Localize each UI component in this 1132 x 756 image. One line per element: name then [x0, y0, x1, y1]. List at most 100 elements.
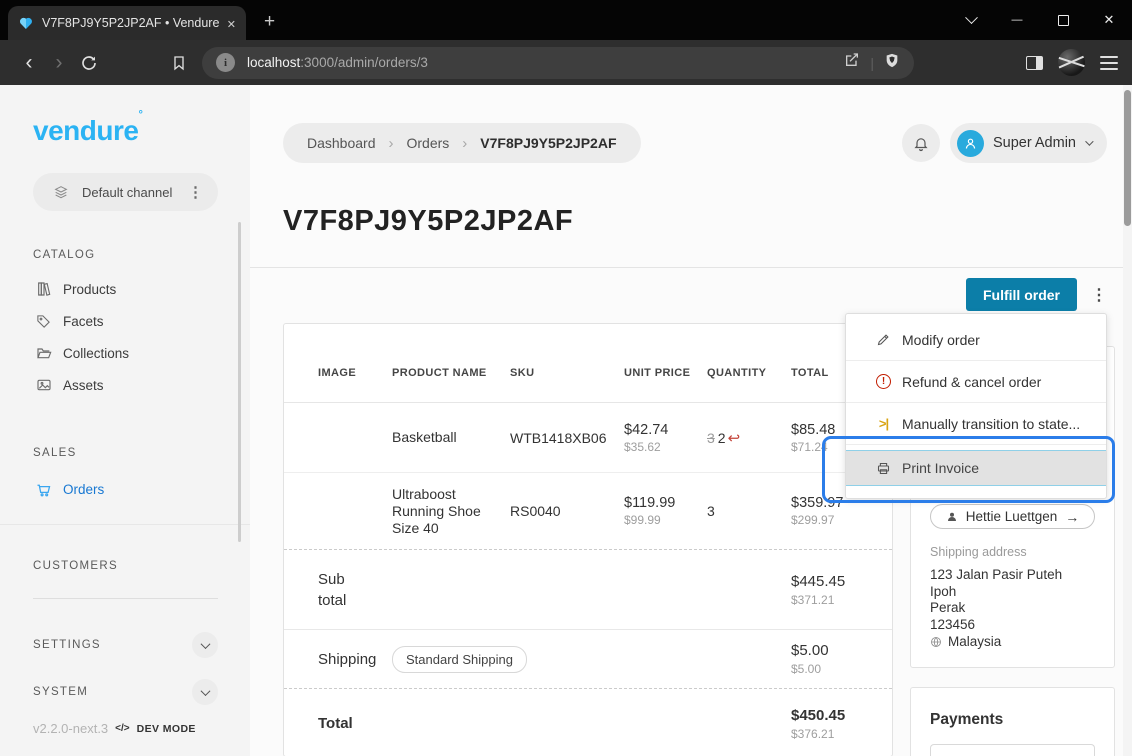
order-actions-menu-icon[interactable]	[1091, 285, 1107, 305]
quantity: 2	[718, 430, 726, 446]
notifications-button[interactable]	[902, 124, 940, 162]
payments-card: Payments	[910, 687, 1115, 756]
address-city: Ipoh	[930, 584, 1095, 601]
assets-icon	[35, 377, 52, 393]
window-minimize-button[interactable]	[994, 0, 1040, 40]
window-close-button[interactable]	[1086, 0, 1132, 40]
breadcrumb-dashboard[interactable]: Dashboard	[307, 135, 376, 151]
divider	[0, 524, 250, 525]
channel-selector[interactable]: Default channel	[33, 173, 218, 211]
code-icon	[115, 723, 129, 734]
arrow-right-icon	[1065, 509, 1079, 525]
breadcrumb: Dashboard Orders V7F8PJ9Y5P2JP2AF	[283, 123, 641, 163]
layers-icon	[53, 184, 69, 200]
sidebar-item-label: Collections	[63, 346, 129, 361]
menu-item-refund-cancel[interactable]: Refund & cancel order	[846, 361, 1106, 403]
vendure-logo: vendure°	[33, 115, 250, 147]
user-avatar	[957, 130, 984, 157]
vendure-favicon-icon	[18, 15, 34, 31]
subtotal-value: $445.45	[791, 573, 876, 590]
shipping-address-label: Shipping address	[930, 545, 1095, 559]
pencil-icon	[875, 332, 892, 347]
divider	[33, 598, 218, 599]
table-row: Basketball WTB1418XB06 $42.74 $35.62 32 …	[284, 402, 892, 472]
product-name[interactable]: Ultraboost Running Shoe Size 40	[392, 486, 487, 537]
total-secondary: $376.21	[791, 727, 876, 741]
menu-item-print-invoice[interactable]: Print Invoice	[846, 450, 1106, 486]
fulfill-order-button[interactable]: Fulfill order	[966, 278, 1077, 311]
share-icon[interactable]	[844, 52, 860, 73]
product-name[interactable]: Basketball	[392, 429, 487, 446]
browser-navbar: localhost:3000/admin/orders/3	[0, 40, 1132, 85]
bookmark-icon[interactable]	[164, 55, 194, 71]
unit-price: $42.74	[624, 422, 707, 438]
new-tab-button[interactable]	[264, 11, 275, 33]
scrollbar-thumb[interactable]	[1124, 90, 1131, 226]
sidebar-item-assets[interactable]: Assets	[0, 369, 250, 401]
menu-item-transition-state[interactable]: Manually transition to state...	[846, 403, 1106, 445]
sidebar-item-facets[interactable]: Facets	[0, 305, 250, 337]
sidebar-scrollbar[interactable]	[238, 222, 241, 542]
address-province: Perak	[930, 600, 1095, 617]
menu-item-modify-order[interactable]: Modify order	[846, 319, 1106, 361]
url-text: localhost:3000/admin/orders/3	[247, 55, 428, 70]
tab-close-icon[interactable]	[227, 15, 236, 31]
col-product-name: PRODUCT NAME	[392, 367, 510, 379]
col-image: IMAGE	[318, 367, 392, 379]
sidebar-item-products[interactable]: Products	[0, 273, 250, 305]
breadcrumb-orders[interactable]: Orders	[407, 135, 450, 151]
browser-tab[interactable]: V7F8PJ9Y5P2JP2AF • Vendure	[8, 6, 246, 40]
browser-profile-avatar[interactable]	[1058, 49, 1085, 76]
divider	[870, 55, 874, 71]
products-icon	[35, 281, 52, 297]
browser-dropdown-icon[interactable]	[948, 0, 994, 40]
printer-icon	[875, 461, 892, 476]
site-info-icon[interactable]	[216, 53, 235, 72]
col-quantity: QUANTITY	[707, 367, 791, 379]
window-maximize-button[interactable]	[1040, 0, 1086, 40]
subtotal-secondary: $371.21	[791, 593, 876, 607]
sidebar-item-label: Assets	[63, 378, 104, 393]
unit-price: $119.99	[624, 495, 707, 511]
facets-icon	[35, 314, 52, 329]
subtotal-row: Sub total $445.45 $371.21	[284, 549, 892, 629]
reload-button[interactable]	[74, 54, 104, 72]
section-catalog: CATALOG	[33, 249, 250, 261]
payment-detail-box	[930, 744, 1095, 756]
total-label: Total	[318, 715, 392, 732]
forward-button[interactable]	[44, 51, 74, 75]
sidebar-toggle-icon[interactable]	[1026, 56, 1043, 70]
sidebar-item-label: Facets	[63, 314, 104, 329]
chevron-down-icon[interactable]	[192, 632, 218, 658]
chevron-down-icon[interactable]	[192, 679, 218, 705]
chevron-right-icon	[389, 135, 394, 152]
orders-cart-icon	[35, 481, 52, 498]
order-table-card: IMAGE PRODUCT NAME SKU UNIT PRICE QUANTI…	[283, 323, 893, 756]
shipping-label: Shipping	[318, 651, 392, 668]
dev-mode-label: DEV MODE	[137, 723, 196, 735]
sidebar-item-orders[interactable]: Orders	[0, 473, 250, 505]
bell-icon	[913, 135, 929, 152]
address-bar[interactable]: localhost:3000/admin/orders/3	[202, 47, 914, 79]
unit-price-secondary: $99.99	[624, 513, 707, 527]
col-unit-price: UNIT PRICE	[624, 367, 707, 379]
exclamation-circle-icon	[875, 374, 892, 389]
sidebar-group-system[interactable]: SYSTEM	[33, 679, 218, 705]
channel-label: Default channel	[82, 185, 188, 200]
brave-shield-icon[interactable]	[884, 52, 900, 74]
sidebar-group-settings[interactable]: SETTINGS	[33, 632, 218, 658]
back-button[interactable]	[14, 51, 44, 75]
total-row: Total $450.45 $376.21	[284, 688, 892, 756]
step-forward-icon	[875, 416, 892, 431]
line-total-secondary: $299.97	[791, 513, 876, 527]
product-sku: RS0040	[510, 503, 624, 519]
customer-link-button[interactable]: Hettie Luettgen	[930, 504, 1095, 529]
user-name: Super Admin	[993, 135, 1076, 151]
person-icon	[946, 511, 958, 523]
sidebar-item-collections[interactable]: Collections	[0, 337, 250, 369]
person-icon	[963, 136, 978, 151]
user-menu[interactable]: Super Admin	[950, 123, 1107, 163]
channel-menu-icon[interactable]	[188, 183, 203, 201]
browser-menu-icon[interactable]	[1100, 56, 1118, 70]
product-sku: WTB1418XB06	[510, 430, 624, 446]
